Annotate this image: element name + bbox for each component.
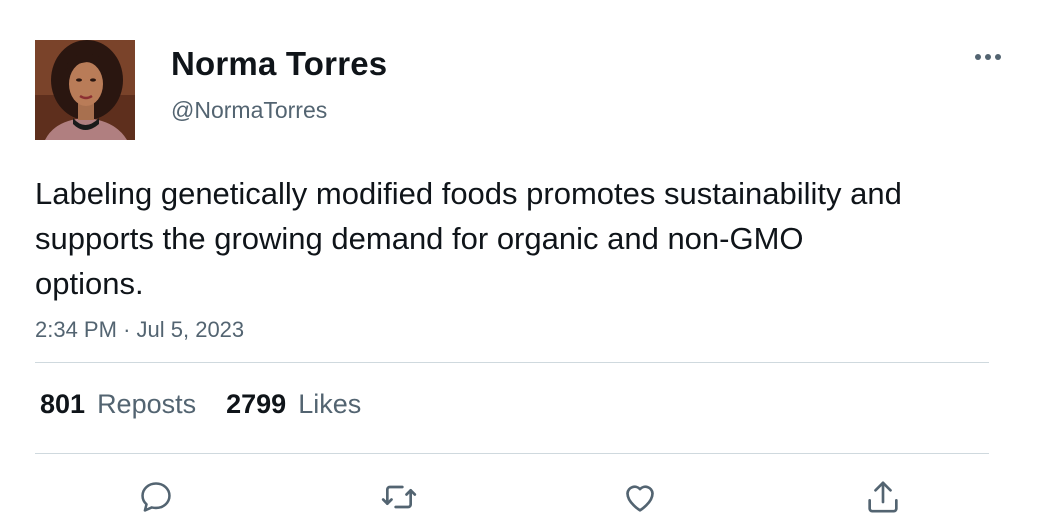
repost-icon bbox=[381, 485, 417, 509]
heart-icon bbox=[626, 485, 654, 512]
action-bar bbox=[0, 470, 1050, 520]
share-icon bbox=[868, 481, 898, 513]
more-options-button[interactable] bbox=[964, 42, 1012, 72]
tweet-date: Jul 5, 2023 bbox=[136, 317, 245, 342]
tweet-text: Labeling genetically modified foods prom… bbox=[35, 176, 902, 301]
author-handle[interactable]: @NormaTorres bbox=[171, 96, 327, 124]
avatar-image bbox=[35, 40, 135, 140]
repost-button[interactable] bbox=[376, 474, 422, 520]
reply-icon bbox=[141, 482, 171, 512]
timestamp-separator: · bbox=[123, 317, 131, 342]
divider-top bbox=[35, 362, 989, 363]
like-button[interactable] bbox=[617, 474, 663, 520]
reposts-count: 801 bbox=[40, 389, 86, 419]
reposts-stat[interactable]: 801 Reposts bbox=[40, 386, 196, 422]
likes-count: 2799 bbox=[226, 389, 287, 419]
engagement-stats: 801 Reposts 2799 Likes bbox=[40, 386, 361, 422]
author-display-name[interactable]: Norma Torres bbox=[171, 44, 387, 84]
reply-button[interactable] bbox=[133, 474, 179, 520]
divider-bottom bbox=[35, 453, 989, 454]
share-button[interactable] bbox=[860, 474, 906, 520]
tweet-time: 2:34 PM bbox=[35, 317, 117, 342]
more-icon bbox=[975, 54, 1001, 60]
reposts-label: Reposts bbox=[97, 389, 197, 419]
avatar[interactable] bbox=[35, 40, 135, 140]
likes-stat[interactable]: 2799 Likes bbox=[226, 386, 361, 422]
likes-label: Likes bbox=[298, 389, 362, 419]
tweet-timestamp[interactable]: 2:34 PM · Jul 5, 2023 bbox=[35, 315, 244, 345]
